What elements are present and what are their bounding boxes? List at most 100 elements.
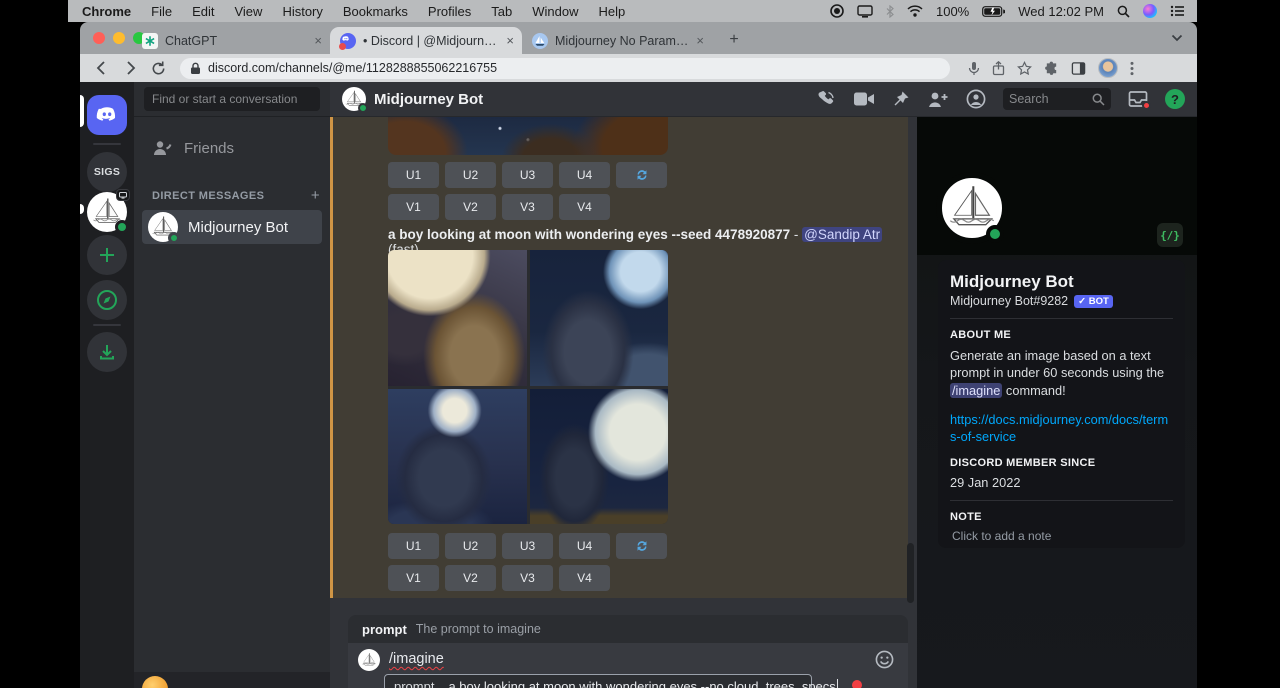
help-button[interactable]: ? [1165, 89, 1185, 109]
emoji-picker-button[interactable] [875, 650, 894, 669]
command-autocomplete[interactable]: prompt The prompt to imagine [348, 615, 908, 643]
v3-button[interactable]: V3 [502, 565, 553, 591]
tab-close-icon[interactable]: × [696, 33, 704, 48]
dm-item-midjourney-bot[interactable]: Midjourney Bot [142, 210, 322, 244]
wifi-icon[interactable] [907, 5, 923, 17]
prompt-option-field[interactable]: prompt a boy looking at moon with wonder… [384, 674, 812, 688]
u2-button[interactable]: U2 [445, 162, 496, 188]
menu-view[interactable]: View [234, 4, 262, 19]
grid-image-4[interactable] [530, 389, 669, 525]
online-status-dot [168, 232, 180, 244]
u3-button[interactable]: U3 [502, 533, 553, 559]
inbox-notification-dot [1142, 101, 1151, 110]
v2-button[interactable]: V2 [445, 565, 496, 591]
download-apps-button[interactable] [87, 332, 127, 372]
generated-image-grid[interactable] [388, 250, 668, 524]
explore-servers-button[interactable] [87, 280, 127, 320]
bluetooth-icon[interactable] [886, 5, 894, 18]
header-search-box[interactable]: Search [1003, 88, 1111, 110]
reload-button[interactable] [146, 56, 170, 80]
tab-midjourney-docs[interactable]: Midjourney No Parameter × [522, 27, 712, 54]
menu-profiles[interactable]: Profiles [428, 4, 471, 19]
imagine-command-chip[interactable]: /imagine [950, 383, 1002, 398]
add-friend-icon[interactable] [927, 91, 949, 108]
user-avatar[interactable] [142, 676, 168, 688]
tab-chatgpt[interactable]: ChatGPT × [132, 27, 330, 54]
video-call-icon[interactable] [853, 91, 875, 107]
menu-help[interactable]: Help [599, 4, 626, 19]
conversation-search-input[interactable] [144, 87, 320, 111]
pin-icon[interactable] [892, 90, 910, 108]
url-text: discord.com/channels/@me/112828885506221… [208, 61, 497, 75]
sidebar-item-friends[interactable]: Friends [142, 131, 322, 165]
voice-call-icon[interactable] [816, 89, 836, 109]
server-sigs-button[interactable]: SIGS [87, 152, 127, 192]
side-panel-icon[interactable] [1071, 61, 1086, 76]
option-value-input[interactable]: a boy looking at moon with wondering eye… [448, 679, 837, 688]
u4-button[interactable]: U4 [559, 162, 610, 188]
extensions-icon[interactable] [1044, 61, 1059, 76]
reroll-button[interactable] [616, 162, 667, 188]
tab-close-icon[interactable]: × [314, 33, 322, 48]
browser-profile-avatar[interactable] [1098, 58, 1118, 78]
grid-image-1[interactable] [388, 250, 527, 386]
v4-button[interactable]: V4 [559, 565, 610, 591]
address-bar[interactable]: discord.com/channels/@me/112828885506221… [180, 58, 950, 79]
user-mention[interactable]: @Sandip Atr [802, 227, 882, 242]
midjourney-avatar[interactable] [342, 87, 366, 111]
display-icon[interactable] [857, 5, 873, 18]
back-button[interactable] [90, 56, 114, 80]
siri-icon[interactable] [1143, 4, 1157, 18]
reroll-button[interactable] [616, 533, 667, 559]
menu-history[interactable]: History [282, 4, 322, 19]
grid-image-2[interactable] [530, 250, 669, 386]
close-window-button[interactable] [93, 32, 105, 44]
inbox-button[interactable] [1128, 90, 1148, 108]
u2-button[interactable]: U2 [445, 533, 496, 559]
create-dm-button[interactable]: + [311, 187, 320, 204]
direct-messages-label: DIRECT MESSAGES [152, 190, 264, 202]
terms-of-service-link[interactable]: https://docs.midjourney.com/docs/terms-o… [950, 411, 1173, 446]
u3-button[interactable]: U3 [502, 162, 553, 188]
mic-icon[interactable] [968, 61, 980, 76]
bookmark-star-icon[interactable] [1017, 61, 1032, 76]
v2-button[interactable]: V2 [445, 194, 496, 220]
menu-bookmarks[interactable]: Bookmarks [343, 4, 408, 19]
spotlight-icon[interactable] [1117, 5, 1130, 18]
tab-search-chevron-icon[interactable] [1171, 34, 1183, 42]
note-input-placeholder[interactable]: Click to add a note [950, 529, 1173, 543]
menu-tab[interactable]: Tab [491, 4, 512, 19]
u4-button[interactable]: U4 [559, 533, 610, 559]
menubar-app-name[interactable]: Chrome [82, 4, 131, 19]
u1-button[interactable]: U1 [388, 533, 439, 559]
screen-record-icon[interactable] [830, 4, 844, 18]
forward-button[interactable] [118, 56, 142, 80]
menu-file[interactable]: File [151, 4, 172, 19]
menu-edit[interactable]: Edit [192, 4, 214, 19]
midjourney-favicon [532, 33, 548, 49]
message-composer[interactable]: /imagine prompt a boy looking at moon wi… [348, 643, 908, 688]
discord-home-button[interactable] [87, 95, 127, 135]
v1-button[interactable]: V1 [388, 194, 439, 220]
browser-menu-icon[interactable] [1130, 61, 1134, 76]
menubar-clock: Wed 12:02 PM [1018, 4, 1104, 19]
chat-scrollbar-thumb[interactable] [907, 543, 914, 603]
control-center-icon[interactable] [1170, 5, 1185, 17]
variation-button-row: V1 V2 V3 V4 [388, 565, 610, 591]
new-tab-button[interactable]: + [722, 29, 746, 51]
user-profile-icon[interactable] [966, 89, 986, 109]
minimize-window-button[interactable] [113, 32, 125, 44]
previous-grid-image[interactable] [388, 117, 668, 155]
menu-window[interactable]: Window [532, 4, 578, 19]
tab-close-icon[interactable]: × [506, 33, 514, 48]
bot-slash-badge[interactable]: {/} [1157, 223, 1183, 247]
v3-button[interactable]: V3 [502, 194, 553, 220]
tab-discord-active[interactable]: • Discord | @Midjourney Bot × [330, 27, 522, 54]
u1-button[interactable]: U1 [388, 162, 439, 188]
v1-button[interactable]: V1 [388, 565, 439, 591]
add-server-button[interactable] [87, 235, 127, 275]
grid-image-3[interactable] [388, 389, 527, 525]
v4-button[interactable]: V4 [559, 194, 610, 220]
share-icon[interactable] [992, 61, 1005, 76]
midjourney-dm-button[interactable] [87, 192, 127, 232]
